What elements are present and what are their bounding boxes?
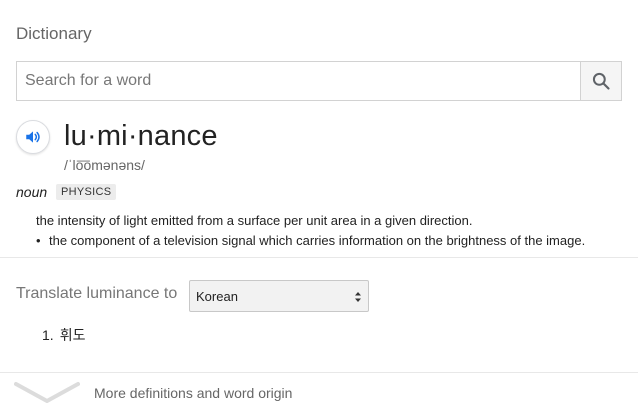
headword: lu·mi·nance (64, 120, 218, 152)
search-box (16, 61, 622, 101)
phonetic-spelling: /ˈlo͞omənəns/ (64, 157, 145, 173)
pronunciation-button[interactable] (16, 120, 50, 154)
dictionary-title: Dictionary (16, 24, 92, 43)
search-input[interactable] (17, 62, 580, 100)
divider (0, 257, 638, 258)
subject-tag: PHYSICS (56, 184, 117, 200)
chevron-down-icon[interactable] (14, 381, 80, 405)
part-of-speech: noun (16, 184, 48, 200)
bullet: • (36, 233, 41, 248)
definition-item: the intensity of light emitted from a su… (36, 213, 473, 228)
definition-item: • the component of a television signal wh… (36, 233, 585, 248)
dictionary-card: Dictionary lu·mi·nance /ˈlo͞omənəns/ nou… (0, 0, 638, 413)
definition-text: the component of a television signal whi… (49, 233, 586, 248)
translation-text: 휘도 (59, 327, 86, 343)
select-arrows-icon (355, 292, 361, 302)
divider (0, 372, 638, 373)
translation-number: 1. (42, 327, 54, 343)
more-definitions-link[interactable]: More definitions and word origin (94, 385, 292, 401)
speaker-icon (26, 131, 40, 143)
translate-label: Translate luminance to (16, 285, 178, 302)
language-select[interactable]: Korean (189, 280, 369, 312)
search-icon (592, 72, 610, 90)
search-button[interactable] (580, 62, 621, 100)
translation-result: 1. 휘도 (42, 325, 85, 345)
language-select-value: Korean (196, 288, 238, 304)
